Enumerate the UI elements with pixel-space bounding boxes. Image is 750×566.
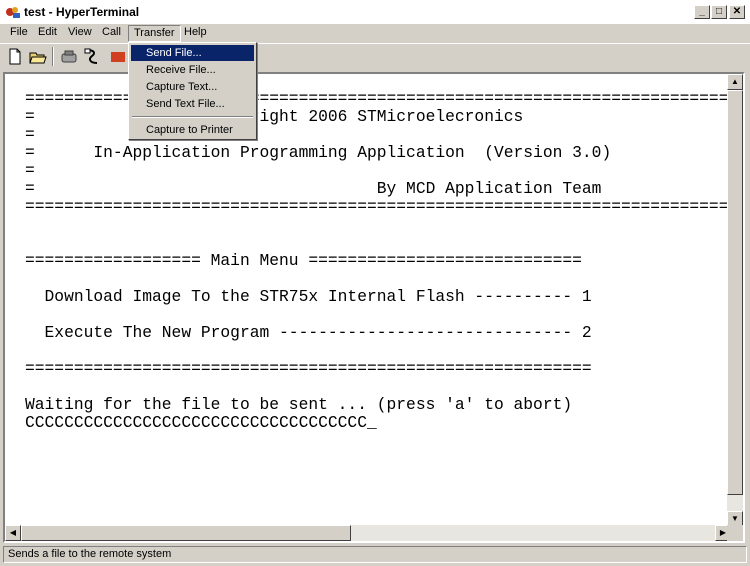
scroll-left-button[interactable]: ◀ bbox=[5, 525, 21, 541]
scrollbar-corner bbox=[727, 525, 743, 541]
disconnect-icon[interactable] bbox=[59, 47, 79, 66]
terminal-line: Download Image To the STR75x Internal Fl… bbox=[25, 287, 592, 306]
new-icon[interactable] bbox=[5, 47, 25, 66]
menu-separator bbox=[132, 116, 253, 118]
menu-item-capture-to-printer[interactable]: Capture to Printer bbox=[131, 122, 254, 138]
horizontal-scrollbar[interactable]: ◀ ▶ bbox=[5, 525, 731, 541]
terminal-line: ========================================… bbox=[25, 359, 592, 378]
menu-item-send-file[interactable]: Send File... bbox=[131, 45, 254, 61]
window-title: test - HyperTerminal bbox=[24, 5, 140, 19]
maximize-button[interactable]: □ bbox=[711, 5, 727, 19]
menu-file[interactable]: File bbox=[5, 25, 33, 42]
menu-item-receive-file[interactable]: Receive File... bbox=[131, 62, 254, 78]
terminal-view[interactable]: ========================================… bbox=[3, 72, 745, 543]
status-text: Sends a file to the remote system bbox=[3, 546, 747, 563]
terminal-screen[interactable]: ========================================… bbox=[5, 74, 731, 527]
close-button[interactable]: ✕ bbox=[729, 5, 745, 19]
scroll-up-button[interactable]: ▲ bbox=[727, 74, 743, 90]
terminal-line: ================== Main Menu ===========… bbox=[25, 251, 582, 270]
transfer-menu: Send File... Receive File... Capture Tex… bbox=[128, 42, 257, 140]
menu-item-capture-text[interactable]: Capture Text... bbox=[131, 79, 254, 95]
dial-icon[interactable] bbox=[82, 47, 102, 66]
open-icon[interactable] bbox=[28, 47, 48, 66]
menu-help[interactable]: Help bbox=[179, 25, 212, 42]
vertical-scrollbar[interactable]: ▲ ▼ bbox=[727, 74, 743, 527]
hyperterminal-icon[interactable] bbox=[5, 5, 21, 19]
menu-view[interactable]: View bbox=[63, 25, 97, 42]
menu-item-send-text-file[interactable]: Send Text File... bbox=[131, 96, 254, 112]
terminal-line: Waiting for the file to be sent ... (pre… bbox=[25, 395, 573, 414]
toolbar bbox=[0, 43, 750, 68]
menu-bar: File Edit View Call Transfer Help bbox=[0, 24, 750, 42]
terminal-line: = In-Application Programming Application… bbox=[25, 143, 731, 162]
horizontal-scroll-thumb[interactable] bbox=[21, 525, 351, 541]
title-bar[interactable]: test - HyperTerminal _ □ ✕ bbox=[0, 0, 750, 24]
menu-edit[interactable]: Edit bbox=[33, 25, 62, 42]
terminal-line: ========================================… bbox=[25, 197, 731, 216]
properties-icon[interactable] bbox=[108, 47, 128, 66]
menu-transfer[interactable]: Transfer bbox=[128, 25, 181, 42]
vertical-scroll-thumb[interactable] bbox=[727, 90, 743, 495]
status-bar: Sends a file to the remote system bbox=[0, 545, 750, 566]
toolbar-separator bbox=[52, 47, 54, 66]
terminal-line: = = bbox=[25, 161, 731, 180]
terminal-output: ========================================… bbox=[25, 90, 731, 432]
minimize-button[interactable]: _ bbox=[694, 5, 710, 19]
menu-call[interactable]: Call bbox=[97, 25, 126, 42]
terminal-line: CCCCCCCCCCCCCCCCCCCCCCCCCCCCCCCCCCC_ bbox=[25, 413, 377, 432]
terminal-line: = By MCD Application Team = bbox=[25, 179, 731, 198]
hyperterminal-window: test - HyperTerminal _ □ ✕ File Edit Vie… bbox=[0, 0, 750, 566]
terminal-line: Execute The New Program ----------------… bbox=[25, 323, 592, 342]
